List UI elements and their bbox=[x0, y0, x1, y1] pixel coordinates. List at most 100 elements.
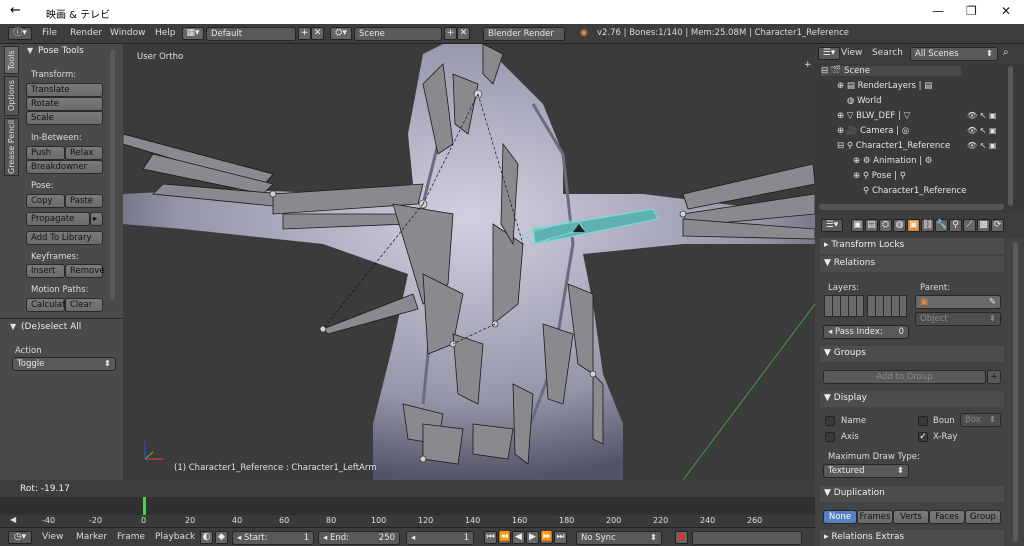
frame-scroll-icon[interactable]: ◀ bbox=[10, 515, 16, 524]
copy-pose-button[interactable]: Copy bbox=[26, 194, 65, 208]
start-frame-field[interactable]: ◂ Start: 1 bbox=[232, 531, 314, 545]
xray-checkbox[interactable]: ✓ bbox=[918, 432, 928, 442]
outliner-item[interactable]: ⊟ ⚲ Character1_Reference bbox=[837, 141, 950, 151]
menu-render[interactable]: Render bbox=[70, 28, 102, 38]
tab-options[interactable]: Options bbox=[4, 76, 19, 116]
relations-extras-panel-header[interactable]: ▸ Relations Extras bbox=[820, 530, 1004, 546]
next-keyframe-icon[interactable]: ⏩ bbox=[540, 531, 553, 544]
close-icon[interactable]: ✕ bbox=[1001, 4, 1011, 18]
outliner-item[interactable]: ◍ World bbox=[847, 96, 881, 106]
search-icon[interactable]: ⌕ bbox=[1003, 47, 1009, 58]
dup-none-button[interactable]: None bbox=[823, 510, 857, 524]
remove-keyframe-button[interactable]: Remove bbox=[65, 264, 105, 278]
menu-window[interactable]: Window bbox=[110, 28, 146, 38]
info-editor-type-icon[interactable]: ⓘ▾ bbox=[8, 27, 32, 40]
add-to-library-button[interactable]: Add To Library bbox=[26, 231, 103, 245]
preview-range-icon[interactable]: ◐ bbox=[200, 531, 213, 544]
max-draw-type-select[interactable]: Textured ⬍ bbox=[823, 464, 909, 478]
insert-keyframe-button[interactable]: Insert bbox=[26, 264, 65, 278]
outliner-editor-type-icon[interactable]: ☰▾ bbox=[818, 47, 840, 60]
current-frame-field[interactable]: ◂ 1 bbox=[406, 531, 474, 545]
axis-checkbox[interactable] bbox=[825, 432, 835, 442]
prev-keyframe-icon[interactable]: ⏪ bbox=[498, 531, 511, 544]
translate-button[interactable]: Translate bbox=[26, 83, 103, 97]
object-tab-icon[interactable]: ▣ bbox=[907, 219, 920, 232]
scale-button[interactable]: Scale bbox=[26, 111, 103, 125]
outliner-item[interactable]: ⊕ ▽ BLW_DEF | ▽ bbox=[837, 111, 910, 121]
name-checkbox[interactable] bbox=[825, 416, 835, 426]
outliner-hscrollbar[interactable] bbox=[819, 204, 1004, 210]
play-icon[interactable]: ▶ bbox=[526, 531, 539, 544]
texture-tab-icon[interactable]: ▩ bbox=[977, 219, 990, 232]
outliner-item[interactable]: ⊟ 🎬 Scene bbox=[821, 66, 961, 76]
menu-playback[interactable]: Playback bbox=[155, 532, 195, 542]
keying-set-field[interactable] bbox=[692, 531, 802, 545]
visibility-eye-icon[interactable]: 👁 ↖ ▣ bbox=[967, 141, 997, 150]
tab-tools[interactable]: Tools bbox=[4, 46, 19, 74]
visibility-eye-icon[interactable]: 👁 ↖ ▣ bbox=[967, 126, 997, 135]
outliner-item[interactable]: ⊕ 🎥 Camera | ◎ bbox=[837, 126, 909, 136]
push-button[interactable]: Push bbox=[26, 146, 65, 160]
scene-add-icon[interactable]: + bbox=[444, 27, 457, 40]
breakdowner-button[interactable]: Breakdowner bbox=[26, 160, 103, 174]
viewport-properties-plus-icon[interactable]: + bbox=[804, 60, 812, 70]
duplication-panel-header[interactable]: ▼ Duplication bbox=[820, 486, 1004, 502]
tab-grease-pencil[interactable]: Grease Pencil bbox=[4, 118, 19, 176]
jump-start-icon[interactable]: ⏮ bbox=[484, 531, 497, 544]
bounds-checkbox[interactable] bbox=[918, 416, 928, 426]
layout-add-icon[interactable]: + bbox=[298, 27, 311, 40]
relax-button[interactable]: Relax bbox=[65, 146, 103, 160]
outliner-item[interactable]: ⊕ ⚙ Animation | ⚙ bbox=[853, 156, 932, 166]
minimize-icon[interactable]: — bbox=[932, 4, 944, 18]
outliner-display-filter[interactable]: All Scenes ⬍ bbox=[910, 47, 998, 61]
data-tab-icon[interactable]: ⚲ bbox=[949, 219, 962, 232]
sync-select[interactable]: No Sync ⬍ bbox=[576, 531, 662, 545]
outliner-item[interactable]: ⚲ Character1_Reference bbox=[863, 186, 966, 196]
physics-tab-icon[interactable]: ⟳ bbox=[991, 219, 1004, 232]
properties-scrollbar[interactable] bbox=[1013, 242, 1018, 542]
bounds-type-select[interactable]: Box ⬍ bbox=[960, 413, 1001, 427]
layers-grid[interactable] bbox=[824, 295, 864, 317]
bone-tab-icon[interactable]: ⟋ bbox=[963, 219, 976, 232]
jump-end-icon[interactable]: ⏭ bbox=[554, 531, 567, 544]
properties-editor-type-icon[interactable]: ☰▾ bbox=[821, 219, 843, 232]
layout-field[interactable]: Default bbox=[206, 27, 296, 41]
scene-tab-icon[interactable]: ⛭ bbox=[879, 219, 892, 232]
dup-frames-button[interactable]: Frames bbox=[857, 510, 893, 524]
maximize-icon[interactable]: ❐ bbox=[966, 4, 977, 18]
timeline-track[interactable] bbox=[0, 497, 815, 515]
operator-collapse-icon[interactable]: ▼ bbox=[10, 322, 16, 331]
outliner-item[interactable]: ⊕ ⚲ Pose | ⚲ bbox=[853, 171, 906, 181]
record-icon[interactable]: ● bbox=[675, 531, 688, 544]
outliner-item[interactable]: ⊕ ▤ RenderLayers | ▤ bbox=[837, 81, 932, 91]
parent-type-select[interactable]: Object ⬍ bbox=[915, 312, 1001, 326]
add-group-plus-icon[interactable]: + bbox=[987, 370, 1001, 384]
transform-locks-panel-header[interactable]: ▸ Transform Locks bbox=[820, 238, 1004, 254]
action-select[interactable]: Toggle ⬍ bbox=[12, 357, 116, 371]
outliner-view-menu[interactable]: View bbox=[841, 48, 862, 58]
collapse-arrow-icon[interactable]: ▼ bbox=[27, 46, 33, 55]
operator-title[interactable]: (De)select All bbox=[21, 322, 81, 332]
scene-remove-icon[interactable]: ✕ bbox=[457, 27, 470, 40]
groups-panel-header[interactable]: ▼ Groups bbox=[820, 346, 1004, 362]
dup-faces-button[interactable]: Faces bbox=[929, 510, 965, 524]
constraints-tab-icon[interactable]: ⛓ bbox=[921, 219, 934, 232]
keyframe-filter-icon[interactable]: ◆ bbox=[215, 531, 228, 544]
current-frame-marker[interactable] bbox=[143, 497, 146, 515]
parent-field[interactable]: ▣ ✎ bbox=[915, 295, 1001, 309]
timeline-editor-type-icon[interactable]: ◷▾ bbox=[8, 531, 32, 544]
calculate-paths-button[interactable]: Calculat bbox=[26, 298, 65, 312]
clear-paths-button[interactable]: Clear bbox=[65, 298, 103, 312]
outliner-scrollbar[interactable] bbox=[1008, 66, 1013, 206]
3d-viewport[interactable]: User Ortho (1) Character1_Reference : Ch… bbox=[123, 44, 815, 480]
propagate-button[interactable]: Propagate bbox=[26, 212, 90, 226]
outliner-search-menu[interactable]: Search bbox=[872, 48, 903, 58]
back-arrow-icon[interactable]: ← bbox=[10, 3, 21, 18]
paste-pose-button[interactable]: Paste bbox=[65, 194, 103, 208]
menu-frame[interactable]: Frame bbox=[117, 532, 145, 542]
modifiers-tab-icon[interactable]: 🔧 bbox=[935, 219, 948, 232]
visibility-eye-icon[interactable]: 👁 ↖ ▣ bbox=[967, 111, 997, 120]
world-tab-icon[interactable]: ◍ bbox=[893, 219, 906, 232]
pose-tools-title[interactable]: Pose Tools bbox=[38, 46, 84, 56]
play-reverse-icon[interactable]: ◀ bbox=[512, 531, 525, 544]
